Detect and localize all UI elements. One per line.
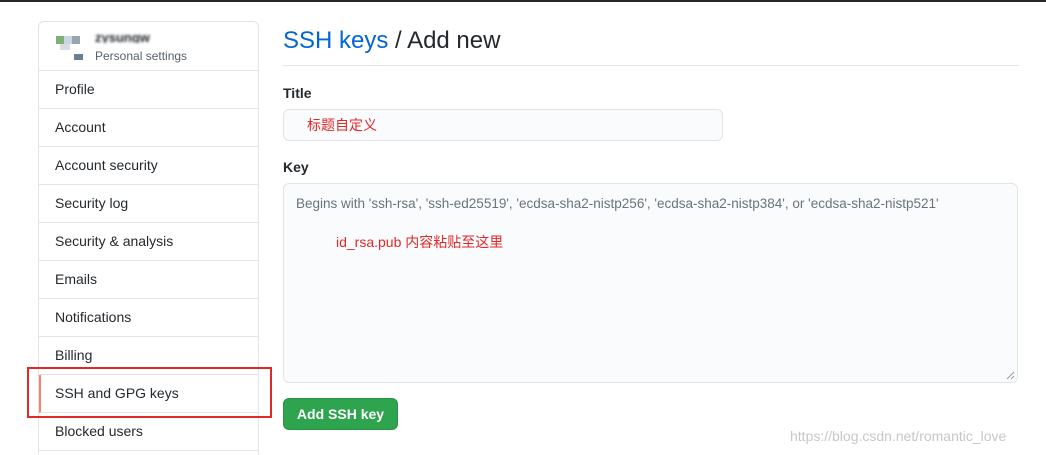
title-input[interactable]: 标题自定义 xyxy=(283,109,723,141)
sidebar-header[interactable]: zysungw Personal settings xyxy=(39,22,258,71)
key-placeholder: Begins with 'ssh-rsa', 'ssh-ed25519', 'e… xyxy=(296,196,939,211)
sidebar-subtitle: Personal settings xyxy=(95,49,188,63)
resize-grip-icon[interactable] xyxy=(1006,371,1015,380)
sidebar-item-security-analysis[interactable]: Security & analysis xyxy=(39,223,258,261)
avatar[interactable] xyxy=(56,32,86,62)
key-annotation: id_rsa.pub 内容粘贴至这里 xyxy=(336,234,504,250)
sidebar-item-blocked-users[interactable]: Blocked users xyxy=(39,413,258,451)
title-label: Title xyxy=(283,85,312,101)
sidebar-item-emails[interactable]: Emails xyxy=(39,261,258,299)
sidebar-item-account[interactable]: Account xyxy=(39,109,258,147)
add-ssh-key-button[interactable]: Add SSH key xyxy=(283,398,398,430)
sidebar-item-notifications[interactable]: Notifications xyxy=(39,299,258,337)
sidebar-username: zysungw xyxy=(95,32,150,43)
sidebar-item-profile[interactable]: Profile xyxy=(39,71,258,109)
main-content: SSH keys / Add new Title 标题自定义 Key Begin… xyxy=(283,0,1019,455)
sidebar-item-account-security[interactable]: Account security xyxy=(39,147,258,185)
breadcrumb-ssh-keys-link[interactable]: SSH keys xyxy=(283,27,388,54)
header-divider xyxy=(283,65,1019,66)
key-textarea[interactable]: Begins with 'ssh-rsa', 'ssh-ed25519', 'e… xyxy=(283,183,1018,383)
breadcrumb-current: Add new xyxy=(407,27,501,54)
key-label: Key xyxy=(283,159,309,175)
breadcrumb-separator: / xyxy=(388,27,408,54)
watermark: https://blog.csdn.net/romantic_love xyxy=(790,428,1007,444)
sidebar-item-security-log[interactable]: Security log xyxy=(39,185,258,223)
page-title: SSH keys / Add new xyxy=(283,27,500,55)
annotation-highlight-box xyxy=(27,367,272,418)
